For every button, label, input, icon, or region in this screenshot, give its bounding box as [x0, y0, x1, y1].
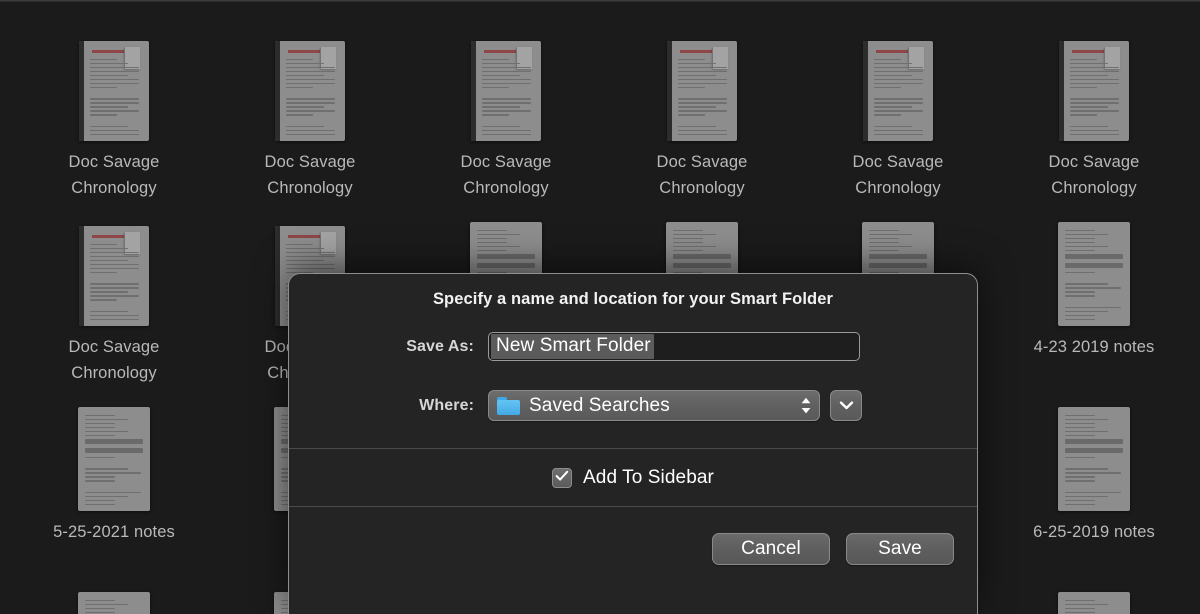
- desktop-item-label: 6-25-2019 notes: [996, 519, 1192, 545]
- save-smart-folder-dialog: Specify a name and location for your Sma…: [288, 273, 978, 614]
- folder-icon: [497, 397, 520, 415]
- save-as-label: Save As:: [289, 338, 488, 356]
- thumbnail-wrapper: [800, 23, 996, 141]
- save-as-input[interactable]: New Smart Folder: [488, 332, 860, 361]
- document-thumbnail-icon: [275, 41, 345, 141]
- desktop-item-label: 4-23 2019 notes: [996, 334, 1192, 360]
- where-popup-button[interactable]: Saved Searches: [488, 390, 820, 421]
- thumbnail-wrapper: [212, 23, 408, 141]
- cancel-button[interactable]: Cancel: [712, 533, 830, 565]
- desktop-item[interactable]: 5-25-2021 notes: [16, 393, 212, 545]
- desktop-item-label: Doc Savage Chronology: [16, 334, 212, 386]
- thumbnail-wrapper: [996, 578, 1192, 614]
- where-value: Saved Searches: [529, 395, 799, 417]
- thumbnail-wrapper: [996, 23, 1192, 141]
- desktop-item[interactable]: [16, 578, 212, 614]
- desktop-item-label: 5-25-2021 notes: [16, 519, 212, 545]
- document-thumbnail-icon: [1059, 41, 1129, 141]
- desktop-item-label: Doc Savage Chronology: [212, 149, 408, 201]
- desktop-item[interactable]: 4-23 2019 notes: [996, 208, 1192, 360]
- checkmark-icon: [555, 469, 569, 487]
- desktop-item-label: Doc Savage Chronology: [800, 149, 996, 201]
- document-thumbnail-icon: [1058, 592, 1130, 614]
- dialog-form: Save As: New Smart Folder Where: Saved S…: [289, 332, 977, 591]
- document-thumbnail-icon: [1058, 222, 1130, 326]
- thumbnail-wrapper: [996, 208, 1192, 326]
- where-row: Where: Saved Searches: [289, 390, 977, 421]
- thumbnail-wrapper: [604, 23, 800, 141]
- thumbnail-wrapper: [16, 578, 212, 614]
- desktop-item-label: Doc Savage Chronology: [996, 149, 1192, 201]
- desktop-item-label: Doc Savage Chronology: [408, 149, 604, 201]
- chevron-up-down-icon: [799, 395, 813, 417]
- add-to-sidebar-checkbox[interactable]: [552, 468, 572, 488]
- document-thumbnail-icon: [79, 41, 149, 141]
- save-button[interactable]: Save: [846, 533, 954, 565]
- add-to-sidebar-label: Add To Sidebar: [583, 467, 714, 489]
- desktop-item[interactable]: Doc Savage Chronology: [408, 23, 604, 201]
- thumbnail-wrapper: [16, 23, 212, 141]
- document-thumbnail-icon: [863, 41, 933, 141]
- chevron-down-icon: [839, 397, 854, 415]
- dialog-footer: Cancel Save: [289, 507, 977, 591]
- desktop-item[interactable]: Doc Savage Chronology: [996, 23, 1192, 201]
- document-thumbnail-icon: [667, 41, 737, 141]
- where-label: Where:: [289, 397, 488, 415]
- desktop-item[interactable]: Doc Savage Chronology: [16, 208, 212, 386]
- desktop-item[interactable]: Doc Savage Chronology: [800, 23, 996, 201]
- document-thumbnail-icon: [78, 407, 150, 511]
- desktop-item-label: Doc Savage Chronology: [16, 149, 212, 201]
- dialog-title: Specify a name and location for your Sma…: [289, 274, 977, 309]
- thumbnail-wrapper: [16, 208, 212, 326]
- desktop-item-label: Doc Savage Chronology: [604, 149, 800, 201]
- desktop-item[interactable]: Doc Savage Chronology: [212, 23, 408, 201]
- thumbnail-wrapper: [996, 393, 1192, 511]
- document-thumbnail-icon: [79, 226, 149, 326]
- save-as-value: New Smart Folder: [491, 334, 654, 359]
- add-to-sidebar-row[interactable]: Add To Sidebar: [289, 449, 977, 506]
- finder-window: Doc Savage ChronologyDoc Savage Chronolo…: [0, 0, 1200, 614]
- thumbnail-wrapper: [16, 393, 212, 511]
- document-thumbnail-icon: [78, 592, 150, 614]
- desktop-item[interactable]: Doc Savage Chronology: [604, 23, 800, 201]
- document-thumbnail-icon: [1058, 407, 1130, 511]
- desktop-item[interactable]: [996, 578, 1192, 614]
- expand-browser-button[interactable]: [830, 390, 862, 421]
- document-thumbnail-icon: [471, 41, 541, 141]
- thumbnail-wrapper: [408, 23, 604, 141]
- desktop-item[interactable]: Doc Savage Chronology: [16, 23, 212, 201]
- save-as-row: Save As: New Smart Folder: [289, 332, 977, 361]
- desktop-item[interactable]: 6-25-2019 notes: [996, 393, 1192, 545]
